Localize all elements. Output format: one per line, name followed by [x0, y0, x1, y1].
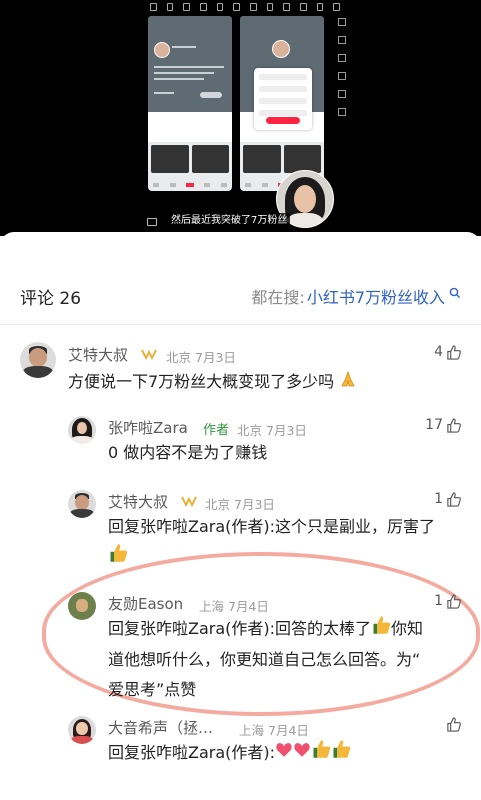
like-button[interactable]: [443, 717, 461, 732]
video-subtitle: 然后最近我突破了7万粉丝: [168, 213, 291, 229]
trending-search[interactable]: 都在搜: 小红书7万粉丝收入: [251, 284, 461, 308]
avatar[interactable]: [68, 416, 96, 444]
editor-toolbar: [150, 2, 341, 12]
like-button[interactable]: 4: [434, 344, 461, 360]
comment-author[interactable]: 艾特大叔: [108, 491, 168, 512]
comments-count: 评论 26: [20, 289, 82, 309]
thumbs-up-emoji: [331, 739, 351, 769]
search-icon: [449, 287, 460, 298]
like-button[interactable]: 1: [434, 593, 461, 609]
like-count: 1: [434, 593, 443, 609]
like-count: 4: [434, 344, 443, 360]
comment-text: 方便说一下7万粉丝大概变现了多少吗: [68, 372, 335, 391]
like-count: 17: [425, 417, 443, 433]
creator-badge-icon: [141, 349, 157, 360]
comment-location: 上海: [199, 599, 225, 614]
comment-author[interactable]: 友勋Eason: [108, 593, 183, 614]
trending-search-link[interactable]: 小红书7万粉丝收入: [307, 284, 445, 308]
creator-badge-icon: [181, 496, 197, 507]
thumbs-up-icon: [447, 717, 461, 732]
avatar[interactable]: [20, 342, 56, 378]
phone-mockup-profile: [148, 16, 232, 191]
comment-date: 7月4日: [268, 723, 309, 738]
trending-label: 都在搜:: [251, 288, 305, 307]
comment-location: 上海: [239, 723, 265, 738]
popup-dialog: [254, 68, 312, 130]
comment-text: 0 做内容不是为了赚钱: [108, 443, 268, 462]
video-preview[interactable]: 然后最近我突破了7万粉丝: [0, 0, 481, 236]
comment-date: 7月3日: [266, 423, 307, 438]
heart-emoji: [293, 739, 311, 769]
comment-date: 7月4日: [228, 599, 269, 614]
thumbs-up-emoji: [311, 739, 331, 769]
comment-author[interactable]: 张咋啦Zara: [108, 417, 188, 438]
thumbs-up-icon: [447, 491, 461, 507]
header-divider: [0, 324, 481, 325]
author-tag: 作者: [203, 423, 230, 438]
comment-text: 回复张咋啦Zara(作者):回答的太棒了: [108, 619, 372, 638]
comment-text-continued: 你知: [391, 619, 424, 638]
comment-text: 回复张咋啦Zara(作者):这个只是副业，厉害了: [108, 517, 436, 536]
avatar[interactable]: [68, 716, 96, 744]
comment-date: 7月3日: [195, 350, 236, 365]
thumbs-up-icon: [447, 417, 461, 433]
like-count: 1: [434, 491, 443, 507]
comment-text-line2: 道他想听什么，你更知道自己怎么回答。为“: [108, 649, 421, 669]
avatar: [272, 40, 290, 58]
comment-author[interactable]: 大音希声（拯…: [108, 717, 213, 738]
like-button[interactable]: 17: [425, 417, 461, 433]
comment-text-line3: 爱思考”点赞: [108, 679, 197, 699]
like-button[interactable]: 1: [434, 491, 461, 507]
comment-text: 回复张咋啦Zara(作者):: [108, 743, 276, 762]
thumbs-up-icon: [447, 344, 461, 360]
avatar: [154, 42, 170, 58]
comment-location: 北京: [205, 497, 231, 512]
thumbs-up-emoji: [371, 615, 391, 645]
avatar[interactable]: [68, 592, 96, 620]
comment-location: 北京: [237, 423, 263, 438]
folded-hands-emoji: [339, 368, 357, 398]
heart-emoji: [275, 739, 293, 769]
editor-side-toolbar: [338, 18, 348, 118]
comment-location: 北京: [166, 350, 192, 365]
avatar[interactable]: [68, 490, 96, 518]
caption-icon: [147, 218, 157, 226]
comment-author[interactable]: 艾特大叔: [68, 344, 128, 365]
comment-date: 7月3日: [234, 497, 275, 512]
thumbs-up-icon: [447, 593, 461, 609]
